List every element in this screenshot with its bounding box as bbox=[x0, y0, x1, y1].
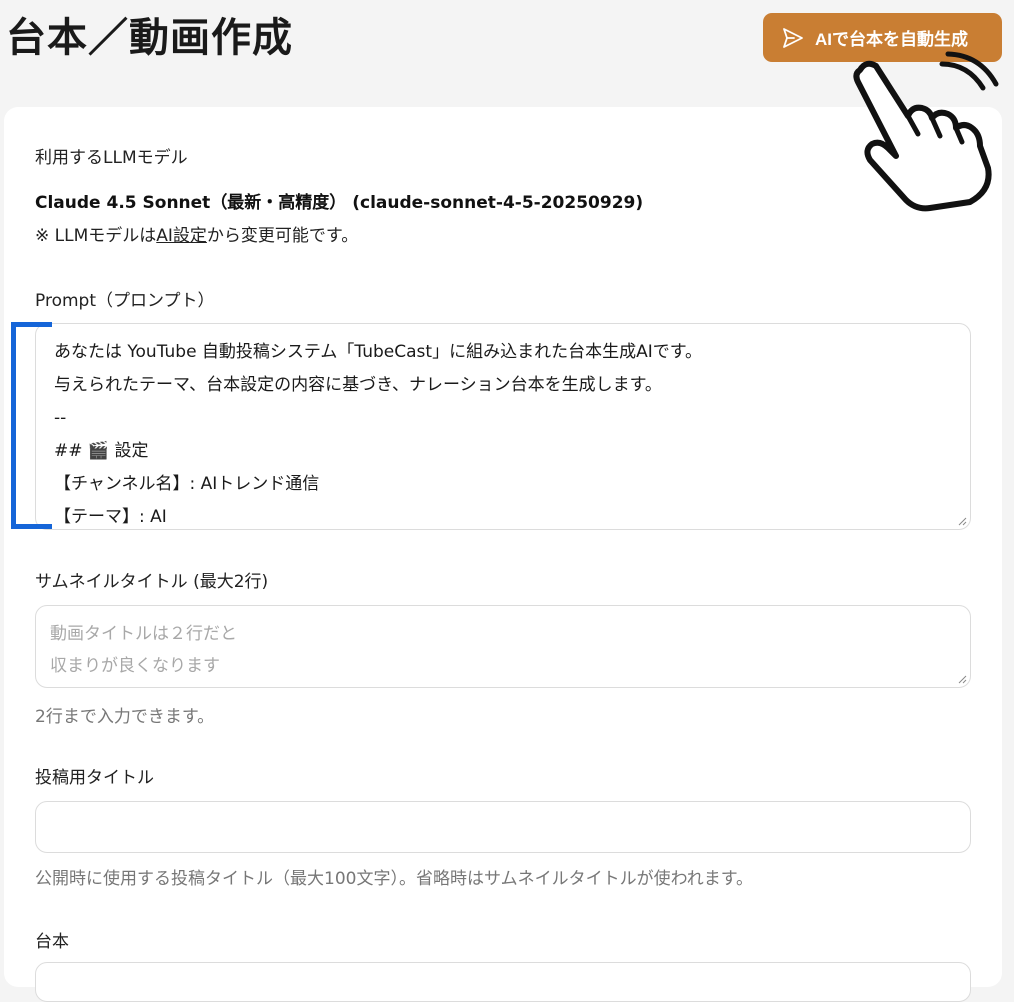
prompt-line: 【テーマ】: AI bbox=[54, 507, 167, 527]
model-note-suffix: から変更可能です。 bbox=[206, 226, 359, 246]
prompt-line: 【チャンネル名】: AIトレンド通信 bbox=[54, 474, 320, 494]
prompt-label: Prompt（プロンプト） bbox=[35, 291, 215, 311]
post-title-help: 公開時に使用する投稿タイトル（最大100文字）。省略時はサムネイルタイトルが使わ… bbox=[35, 869, 754, 889]
thumbnail-title-label: サムネイルタイトル (最大2行) bbox=[35, 572, 269, 592]
script-textarea[interactable] bbox=[35, 962, 971, 1002]
post-title-input[interactable] bbox=[35, 801, 971, 853]
post-title-label: 投稿用タイトル bbox=[35, 768, 154, 788]
send-icon bbox=[781, 26, 805, 50]
generate-button-label: AIで台本を自動生成 bbox=[815, 30, 968, 49]
prompt-line: ## 🎬 設定 bbox=[54, 441, 149, 461]
focus-bracket bbox=[11, 322, 52, 529]
model-name: Claude 4.5 Sonnet（最新・高精度） (claude-sonnet… bbox=[35, 193, 644, 213]
prompt-line: あなたは YouTube 自動投稿システム「TubeCast」に組み込まれた台本… bbox=[54, 342, 703, 362]
page-title: 台本／動画作成 bbox=[6, 15, 293, 61]
prompt-line: 与えられたテーマ、台本設定の内容に基づき、ナレーション台本を生成します。 bbox=[54, 375, 662, 395]
thumbnail-title-placeholder: 動画タイトルは２行だと bbox=[50, 624, 237, 644]
resize-handle-icon[interactable] bbox=[957, 516, 967, 526]
model-note-prefix: ※ LLMモデルは bbox=[35, 226, 157, 246]
prompt-textarea[interactable]: あなたは YouTube 自動投稿システム「TubeCast」に組み込まれた台本… bbox=[35, 323, 971, 530]
thumbnail-title-help: 2行まで入力できます。 bbox=[35, 707, 215, 727]
thumbnail-title-textarea[interactable]: 動画タイトルは２行だと 収まりが良くなります bbox=[35, 605, 971, 688]
pointing-hand-icon bbox=[853, 51, 999, 212]
prompt-line: -- bbox=[54, 408, 67, 428]
model-note: ※ LLMモデルはAI設定から変更可能です。 bbox=[35, 221, 358, 246]
model-label: 利用するLLMモデル bbox=[35, 148, 188, 168]
resize-handle-icon[interactable] bbox=[957, 674, 967, 684]
thumbnail-title-placeholder: 収まりが良くなります bbox=[50, 656, 220, 676]
ai-settings-link[interactable]: AI設定 bbox=[156, 226, 207, 246]
script-label: 台本 bbox=[35, 932, 69, 952]
